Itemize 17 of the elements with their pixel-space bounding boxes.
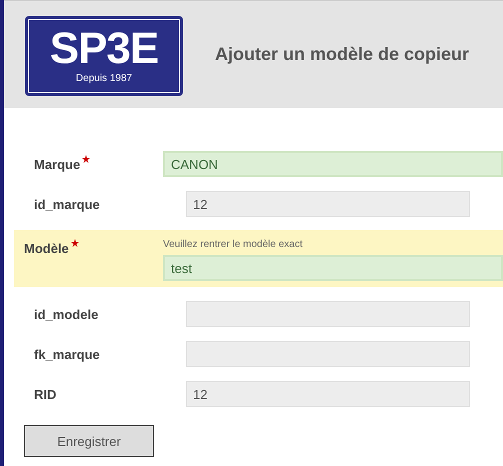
field-label: id_marque [34, 197, 100, 212]
input-field[interactable]: test [163, 255, 503, 281]
page-title: Ajouter un modèle de copieur [215, 44, 470, 65]
field-label: Modèle [24, 241, 69, 256]
logo-tagline: Depuis 1987 [76, 73, 132, 84]
input-field[interactable] [186, 341, 470, 367]
input-field[interactable]: 12 [186, 381, 470, 407]
field-label: fk_marque [34, 347, 100, 362]
field-label: Marque [34, 157, 80, 172]
input-field[interactable]: CANON [163, 151, 503, 177]
input-field[interactable]: 12 [186, 191, 470, 217]
field-label: id_modele [34, 307, 98, 322]
logo-name: SP3E [50, 27, 158, 71]
field-hint: Veuillez rentrer le modèle exact [163, 239, 304, 250]
input-field[interactable] [186, 301, 470, 327]
field-label: RID [34, 387, 56, 402]
save-button[interactable]: Enregistrer [24, 425, 154, 457]
